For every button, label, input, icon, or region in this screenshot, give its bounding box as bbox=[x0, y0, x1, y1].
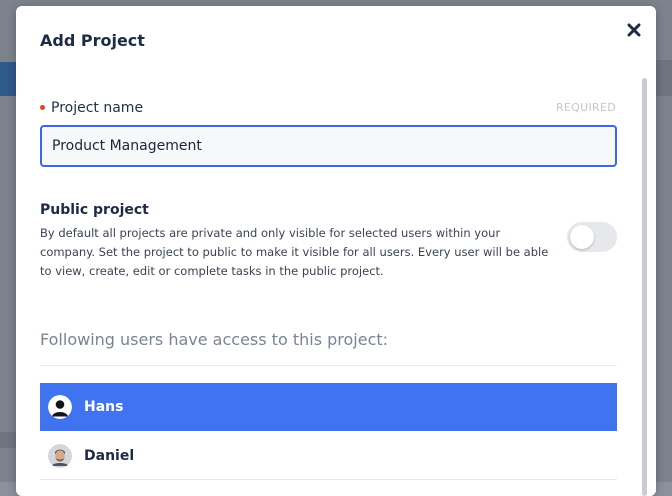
user-row-daniel[interactable]: Daniel bbox=[40, 432, 617, 480]
user-photo-avatar bbox=[48, 443, 72, 468]
user-row-hans[interactable]: Hans bbox=[40, 383, 617, 431]
user-name: Daniel bbox=[84, 447, 135, 464]
close-icon bbox=[627, 23, 641, 37]
toggle-knob bbox=[570, 225, 594, 249]
required-text: REQUIRED bbox=[555, 101, 616, 114]
backdrop-element bbox=[0, 62, 16, 96]
user-silhouette-avatar bbox=[48, 395, 72, 419]
public-project-toggle[interactable] bbox=[567, 222, 617, 252]
scrollbar-thumb[interactable] bbox=[642, 78, 647, 496]
backdrop-element bbox=[0, 432, 16, 448]
public-project-description: By default all projects are private and … bbox=[40, 226, 549, 278]
backdrop-element bbox=[656, 60, 672, 96]
project-name-label: Project name bbox=[51, 100, 144, 116]
required-indicator bbox=[40, 105, 45, 110]
dialog-title: Add Project bbox=[40, 31, 145, 50]
user-name: Hans bbox=[84, 399, 124, 415]
close-button[interactable] bbox=[624, 20, 644, 40]
project-name-input[interactable] bbox=[40, 125, 617, 167]
add-project-dialog: Add Project Project name REQUIRED Public… bbox=[16, 6, 656, 496]
access-section-title: Following users have access to this proj… bbox=[40, 330, 389, 349]
public-project-title: Public project bbox=[40, 202, 149, 218]
divider bbox=[40, 365, 617, 366]
